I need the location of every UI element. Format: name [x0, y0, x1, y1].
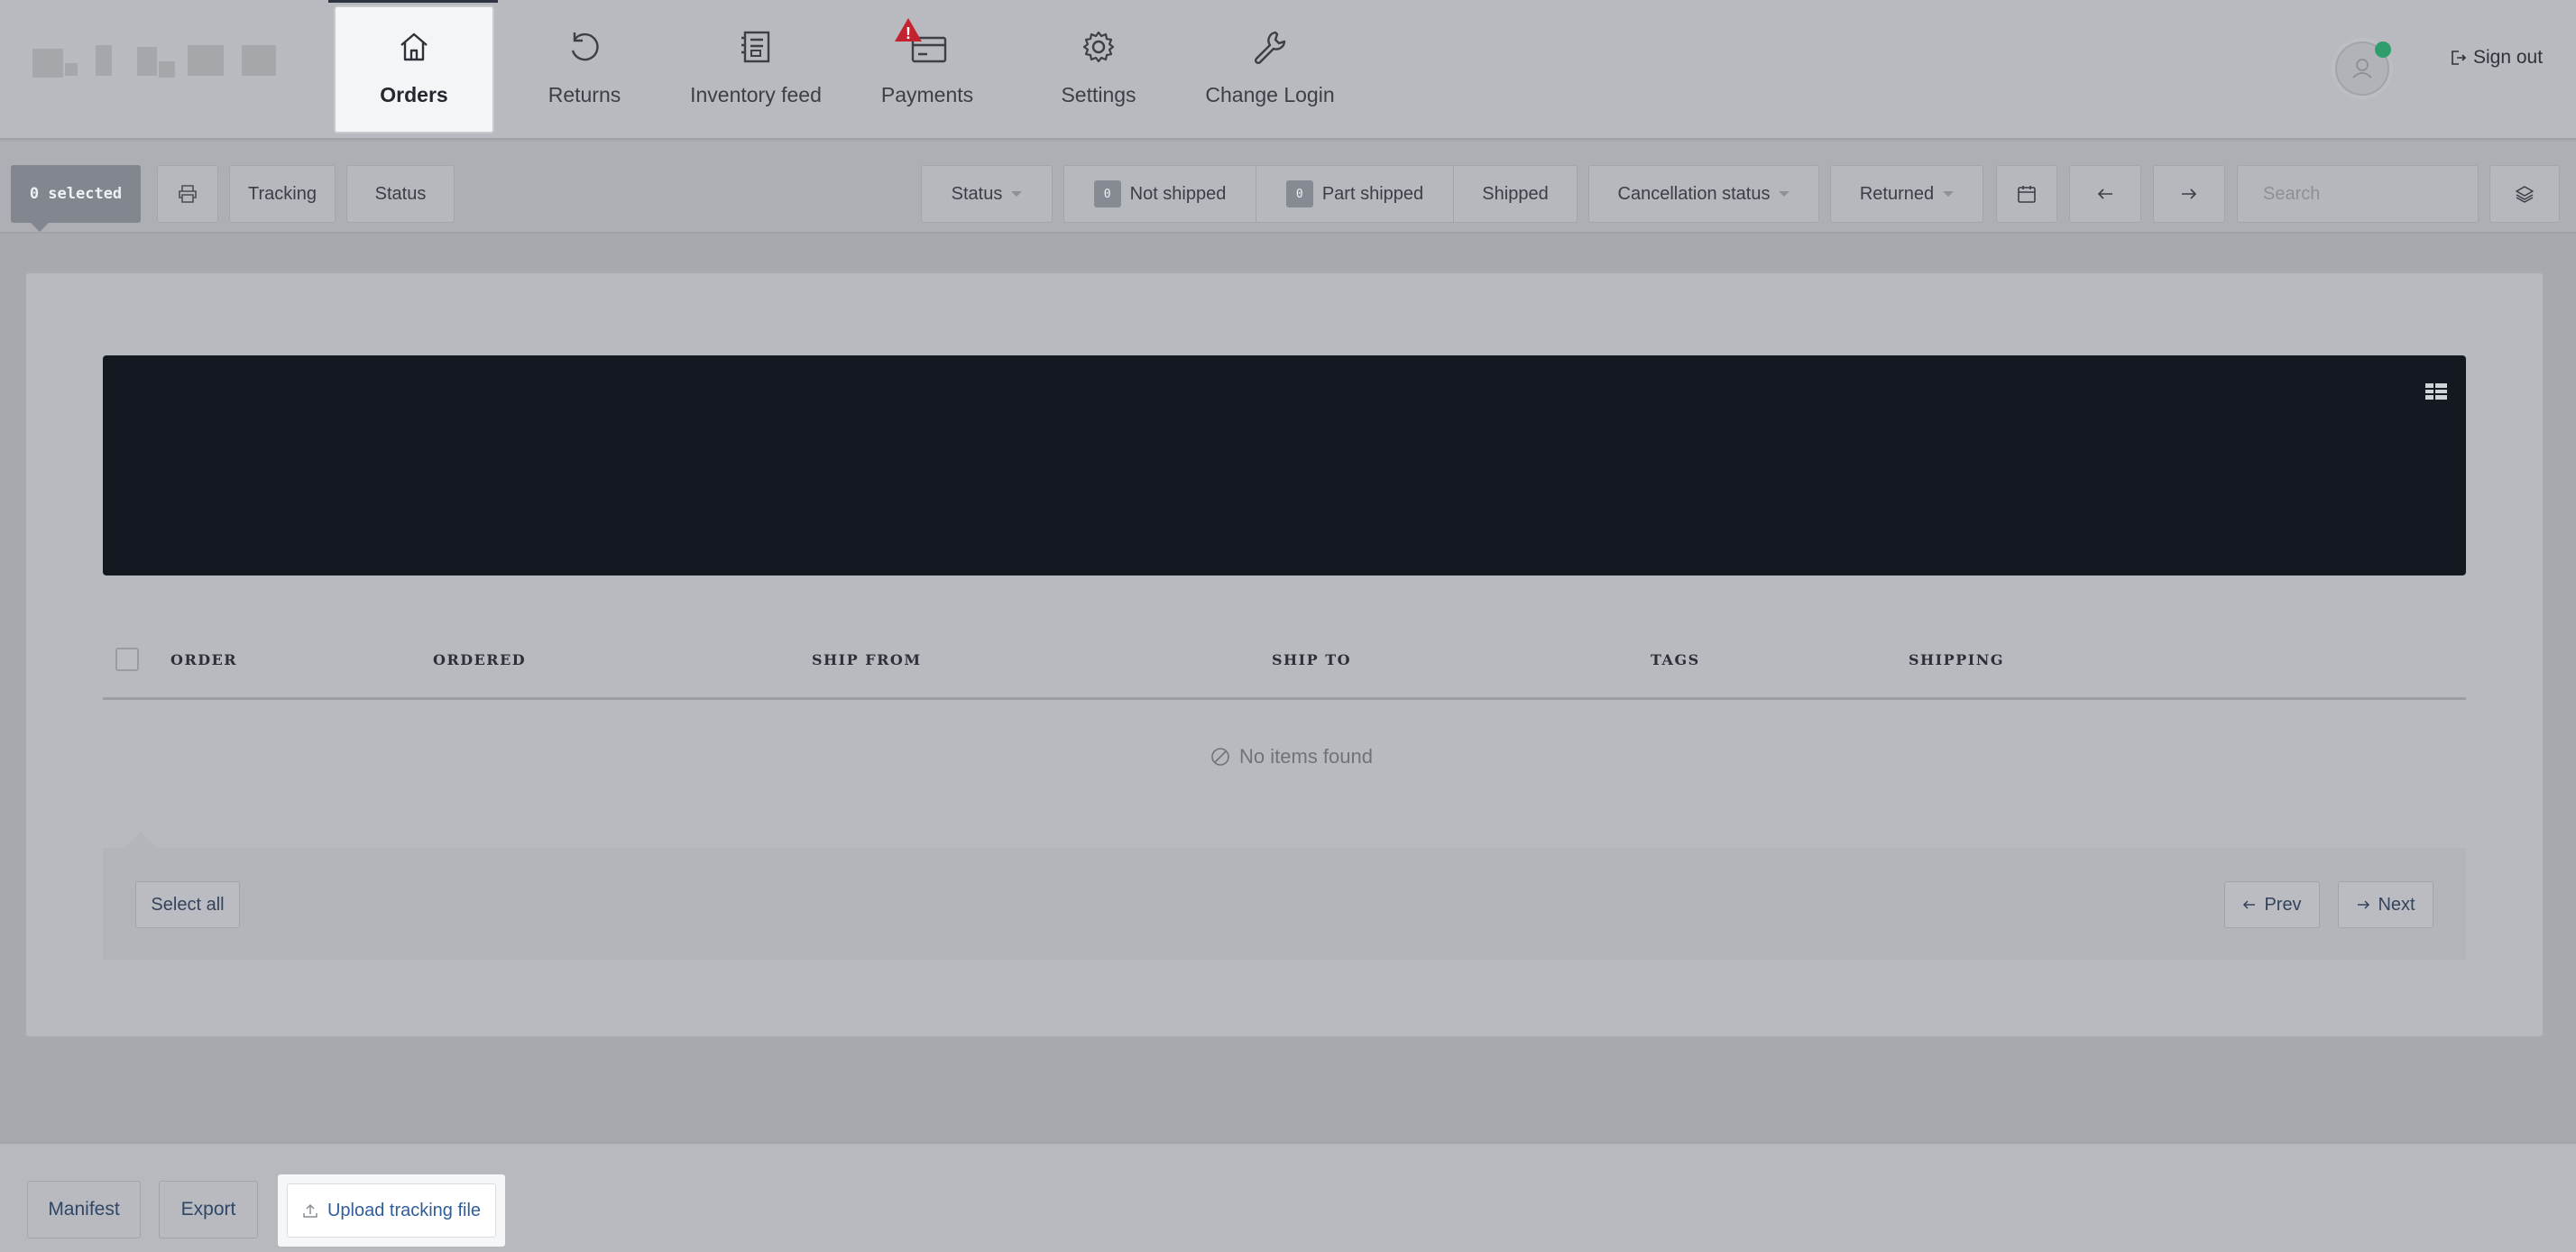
next-date-button[interactable] [2153, 165, 2225, 223]
nav-returns[interactable]: Returns [503, 0, 666, 135]
empty-state: No items found [0, 745, 2576, 769]
cancellation-status-label: Cancellation status [1617, 183, 1771, 204]
column-header-order[interactable]: ORDER [170, 651, 237, 668]
status-label: Status [374, 183, 427, 204]
arrow-left-icon [2243, 900, 2256, 909]
shipped-label: Shipped [1482, 183, 1549, 204]
layers-icon [2516, 186, 2534, 203]
cancellation-status-dropdown[interactable]: Cancellation status [1588, 165, 1819, 223]
empty-message: No items found [1239, 745, 1373, 768]
online-status-dot [2375, 41, 2391, 58]
returned-dropdown[interactable]: Returned [1830, 165, 1983, 223]
table-footer [103, 832, 2466, 960]
nav-label: Orders [380, 83, 448, 106]
no-entry-icon [1211, 748, 1229, 766]
top-navigation: Orders Returns Inventory feed ! Payments… [0, 0, 2576, 140]
column-header-shipping[interactable]: SHIPPING [1909, 651, 2004, 668]
home-icon [396, 29, 432, 65]
next-page-button[interactable]: Next [2338, 881, 2433, 928]
upload-icon [303, 1203, 317, 1218]
column-header-ship-to[interactable]: SHIP TO [1272, 651, 1351, 668]
gear-icon [1081, 29, 1117, 65]
status-filter-dropdown[interactable]: Status [921, 165, 1053, 223]
part-shipped-filter[interactable]: 0 Part shipped [1256, 165, 1454, 223]
status-button[interactable]: Status [346, 165, 455, 223]
not-shipped-label: Not shipped [1129, 183, 1227, 204]
search-input[interactable] [2237, 165, 2479, 223]
nav-payments[interactable]: ! Payments [846, 0, 1008, 135]
sign-out-label: Sign out [2473, 47, 2544, 68]
chevron-down-icon [1943, 191, 1955, 197]
alert-icon: ! [893, 16, 924, 49]
previous-date-button[interactable] [2069, 165, 2141, 223]
chevron-down-icon [1011, 191, 1023, 197]
chevron-down-icon [1779, 191, 1790, 197]
print-button[interactable] [157, 165, 218, 223]
nav-change-login[interactable]: Change Login [1189, 0, 1351, 135]
table-view-icon[interactable] [2424, 382, 2448, 405]
prev-page-button[interactable]: Prev [2224, 881, 2320, 928]
undo-icon [566, 29, 603, 65]
nav-orders[interactable]: Orders [336, 7, 492, 132]
arrow-right-icon [2358, 900, 2370, 909]
tracking-button[interactable]: Tracking [229, 165, 336, 223]
upload-tracking-label: Upload tracking file [327, 1200, 482, 1220]
tracking-label: Tracking [248, 183, 317, 204]
orders-table-header: ORDER ORDERED SHIP FROM SHIP TO TAGS SHI… [103, 631, 2466, 700]
payments-icon: ! [895, 18, 947, 65]
manifest-button[interactable]: Manifest [27, 1181, 141, 1238]
nav-label: Settings [1061, 83, 1136, 106]
arrow-right-icon [2182, 189, 2197, 199]
select-all-checkbox[interactable] [115, 648, 139, 671]
upload-tracking-file-button[interactable]: Upload tracking file [287, 1183, 496, 1238]
part-shipped-count: 0 [1285, 180, 1313, 207]
select-all-label: Select all [151, 894, 225, 915]
feed-icon [738, 29, 774, 65]
shipped-filter[interactable]: Shipped [1453, 165, 1578, 223]
prev-label: Prev [2264, 894, 2302, 915]
status-filter-label: Status [951, 183, 1003, 204]
active-nav-indicator [328, 0, 498, 3]
next-label: Next [2378, 894, 2415, 915]
calendar-icon [2018, 186, 2036, 203]
arrow-left-icon [2097, 189, 2112, 199]
selected-count: 0 selected [11, 165, 141, 232]
nav-settings[interactable]: Settings [1017, 0, 1180, 135]
sign-out-link[interactable]: Sign out [2450, 47, 2543, 69]
sign-out-icon [2452, 51, 2466, 65]
nav-label: Change Login [1205, 83, 1335, 106]
brand-logo[interactable] [32, 43, 276, 78]
nav-label: Inventory feed [690, 83, 822, 106]
column-header-tags[interactable]: TAGS [1651, 651, 1700, 668]
user-avatar[interactable] [2335, 41, 2391, 96]
column-header-ship-from[interactable]: SHIP FROM [812, 651, 922, 668]
date-picker-button[interactable] [1996, 165, 2057, 223]
export-label: Export [180, 1199, 236, 1220]
nav-label: Payments [880, 83, 974, 106]
part-shipped-label: Part shipped [1321, 183, 1424, 204]
manifest-label: Manifest [48, 1199, 120, 1220]
not-shipped-count: 0 [1093, 180, 1121, 207]
select-all-button[interactable]: Select all [135, 881, 240, 928]
column-header-ordered[interactable]: ORDERED [433, 651, 526, 668]
not-shipped-filter[interactable]: 0 Not shipped [1063, 165, 1256, 223]
wrench-icon [1252, 29, 1288, 65]
layers-button[interactable] [2489, 165, 2560, 223]
printer-icon [179, 185, 197, 203]
returned-label: Returned [1859, 183, 1935, 204]
export-button[interactable]: Export [159, 1181, 258, 1238]
nav-label: Returns [547, 83, 621, 106]
dashboard-banner [103, 355, 2466, 575]
nav-inventory-feed[interactable]: Inventory feed [675, 0, 837, 135]
alert-mark: ! [906, 24, 911, 42]
